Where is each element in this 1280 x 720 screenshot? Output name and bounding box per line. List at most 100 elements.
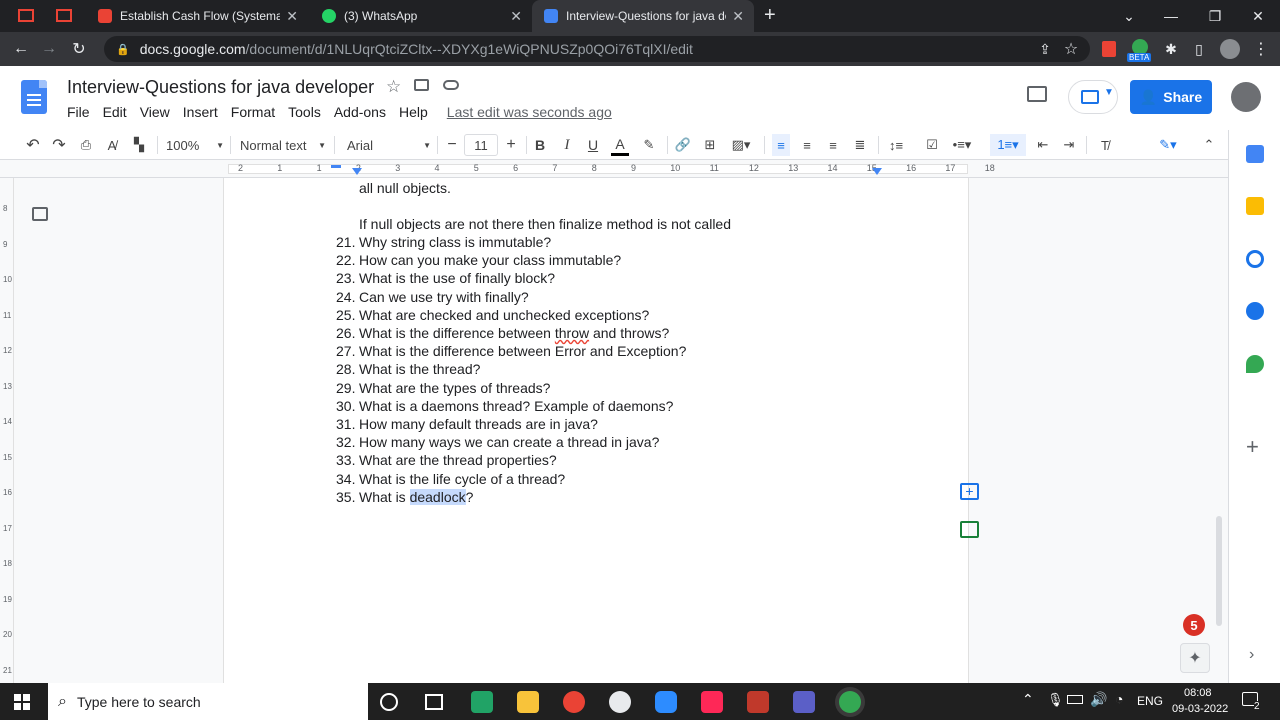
indent-marker[interactable] (352, 168, 362, 175)
move-folder-icon[interactable] (414, 79, 429, 91)
chrome-icon[interactable] (839, 691, 861, 713)
menu-view[interactable]: View (140, 104, 170, 120)
maps-icon[interactable] (1246, 355, 1264, 373)
tab-search-icon[interactable]: ⌄ (1107, 0, 1151, 32)
print-icon[interactable]: ⎙ (77, 134, 95, 156)
menu-file[interactable]: File (67, 104, 90, 120)
wifi-icon[interactable]: ◔ (1115, 691, 1123, 707)
chrome-icon[interactable] (563, 691, 585, 713)
insert-image-icon[interactable]: ▨▾ (727, 134, 755, 156)
reload-icon[interactable]: ↻ (68, 38, 90, 60)
suggest-edits-icon[interactable] (960, 521, 979, 538)
paint-format-icon[interactable]: ▚ (130, 134, 148, 156)
decrease-indent-icon[interactable]: ⇤ (1034, 134, 1052, 156)
gmail-icon[interactable] (56, 9, 72, 22)
keep-icon[interactable] (1246, 197, 1264, 215)
chevron-right-icon[interactable]: › (1249, 646, 1254, 664)
minimize-icon[interactable]: — (1149, 0, 1193, 32)
undo-icon[interactable]: ↶ (24, 134, 42, 156)
close-icon[interactable]: ✕ (510, 8, 522, 25)
add-on-plus-icon[interactable]: + (1246, 434, 1259, 460)
comment-history-icon[interactable] (1027, 86, 1047, 102)
menu-add-ons[interactable]: Add-ons (334, 104, 386, 120)
close-icon[interactable]: ✕ (286, 8, 298, 25)
present-button[interactable]: ▼ (1068, 80, 1118, 114)
increase-font-size-button[interactable]: + (503, 134, 519, 156)
spellcheck-icon[interactable]: A̸ (103, 134, 121, 156)
align-right-icon[interactable]: ≡ (824, 134, 842, 156)
app-icon[interactable] (747, 691, 769, 713)
forward-icon[interactable]: → (38, 38, 60, 60)
tab-whatsapp[interactable]: (3) WhatsApp ✕ (310, 0, 532, 32)
bookmark-star-icon[interactable]: ☆ (1060, 38, 1082, 60)
justify-icon[interactable]: ≣ (851, 134, 869, 156)
menu-icon[interactable]: ⋮ (1250, 38, 1272, 60)
link-icon[interactable]: 🔗 (674, 134, 692, 156)
taskbar-search-box[interactable]: ⌕ Type here to search (48, 683, 368, 720)
checklist-icon[interactable]: ☑ (922, 134, 942, 156)
redo-icon[interactable]: ↷ (50, 134, 68, 156)
back-icon[interactable]: ← (10, 38, 32, 60)
text-color-button[interactable]: A (611, 134, 629, 156)
battery-icon[interactable] (1067, 695, 1083, 704)
windows-start-icon[interactable] (14, 694, 30, 710)
clock-time[interactable]: 08:08 (1184, 687, 1212, 699)
menu-insert[interactable]: Insert (183, 104, 218, 120)
language-indicator[interactable]: ENG (1137, 694, 1163, 708)
menu-tools[interactable]: Tools (288, 104, 321, 120)
contacts-icon[interactable] (1246, 302, 1264, 320)
cloud-status-icon[interactable] (443, 80, 459, 90)
tab-establish-cash-flow[interactable]: Establish Cash Flow (Systematic P ✕ (86, 0, 308, 32)
document-title[interactable]: Interview-Questions for java developer (67, 77, 374, 98)
restore-icon[interactable]: ❐ (1193, 0, 1237, 32)
editing-mode-button[interactable]: ✎▾ (1148, 134, 1188, 156)
volume-icon[interactable]: 🔊 (1090, 691, 1107, 708)
address-bar[interactable]: 🔒 docs.google.com /document/d/1NLUqrQtci… (104, 36, 1090, 62)
collapse-menus-icon[interactable]: ⌃ (1200, 134, 1218, 156)
microphone-icon[interactable]: 🎙 (1047, 692, 1064, 708)
increase-indent-icon[interactable]: ⇥ (1060, 134, 1078, 156)
close-icon[interactable]: ✕ (732, 8, 744, 25)
cortana-icon[interactable] (380, 693, 398, 711)
font-select[interactable]: Arial ▼ (347, 134, 431, 156)
extension-icon[interactable] (1102, 41, 1116, 57)
document-outline-icon[interactable] (32, 207, 48, 221)
zoom-select[interactable]: 100% ▼ (166, 134, 224, 156)
task-view-icon[interactable] (425, 694, 443, 710)
docs-logo-icon[interactable] (21, 80, 47, 114)
highlight-icon[interactable]: ✎ (640, 134, 658, 156)
star-icon[interactable]: ☆ (386, 77, 401, 97)
excel-icon[interactable] (471, 691, 493, 713)
teams-icon[interactable] (793, 691, 815, 713)
tab-interview-questions[interactable]: Interview-Questions for java deve ✕ (532, 0, 754, 32)
puzzle-icon[interactable]: ✱ (1160, 38, 1182, 60)
align-center-icon[interactable]: ≡ (798, 134, 816, 156)
paragraph-style-select[interactable]: Normal text ▼ (240, 134, 326, 156)
account-avatar[interactable] (1231, 82, 1261, 112)
menu-edit[interactable]: Edit (103, 104, 127, 120)
align-left-icon[interactable]: ≡ (772, 134, 790, 156)
clear-formatting-icon[interactable]: T̸ (1095, 134, 1115, 156)
app-icon[interactable] (609, 691, 631, 713)
side-panel-icon[interactable]: ▯ (1188, 38, 1210, 60)
new-tab-button[interactable]: + (764, 4, 776, 27)
clock-date[interactable]: 09-03-2022 (1172, 703, 1228, 715)
numbered-list-icon[interactable]: 1≡▾ (990, 134, 1026, 156)
tray-chevron-icon[interactable]: ⌃ (1022, 691, 1034, 708)
line-spacing-icon[interactable]: ↕≡ (886, 134, 906, 156)
calendar-icon[interactable] (1246, 145, 1264, 163)
profile-avatar[interactable] (1220, 39, 1240, 59)
underline-button[interactable]: U (585, 134, 601, 156)
window-close-icon[interactable]: ✕ (1236, 0, 1280, 32)
add-comment-icon[interactable]: ⊞ (701, 134, 719, 156)
right-indent-marker[interactable] (872, 168, 882, 175)
first-line-indent-marker[interactable] (331, 165, 341, 168)
font-size-input[interactable]: 11 (464, 134, 498, 156)
italic-button[interactable]: I (559, 134, 575, 156)
gmail-icon[interactable] (18, 9, 34, 22)
file-explorer-icon[interactable] (517, 691, 539, 713)
intellij-icon[interactable] (701, 691, 723, 713)
decrease-font-size-button[interactable]: − (444, 134, 460, 156)
notification-badge[interactable]: 5 (1183, 614, 1205, 636)
tasks-icon[interactable] (1246, 250, 1264, 268)
